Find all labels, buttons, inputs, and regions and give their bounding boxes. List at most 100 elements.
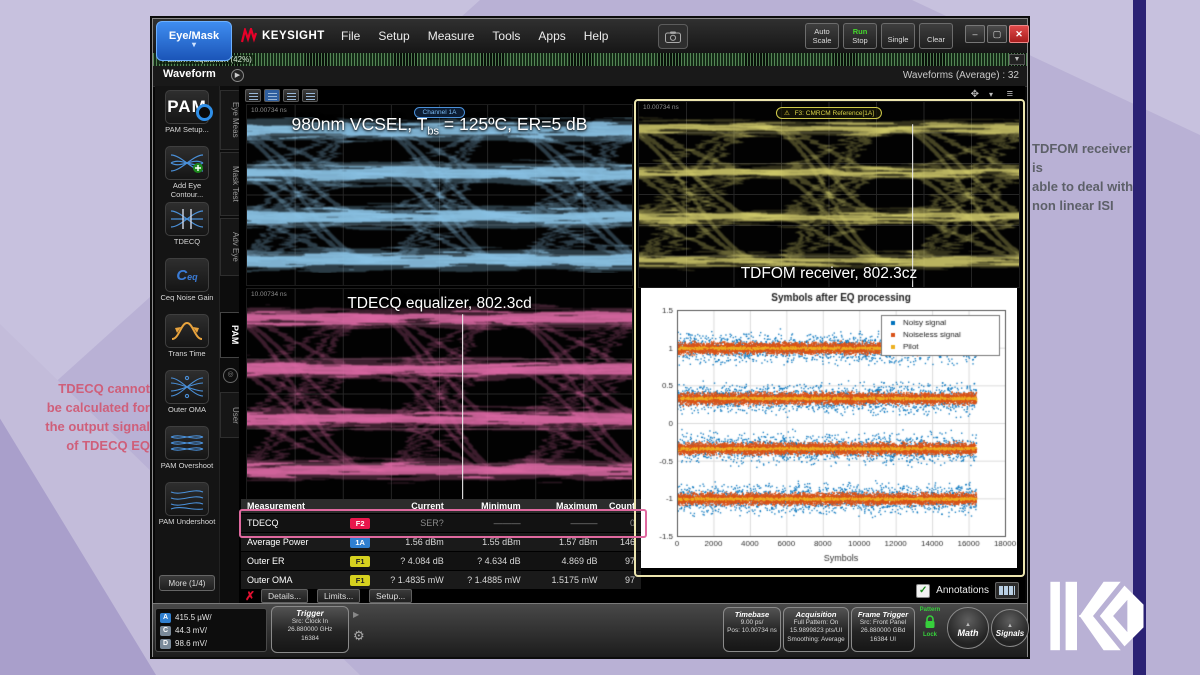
sidebar-item-tdecq[interactable]: TDECQ xyxy=(157,202,217,247)
annotations-checkbox[interactable]: ✓ xyxy=(916,584,930,598)
more-measurements-button[interactable]: More (1/4) xyxy=(159,575,215,591)
left-annotation: TDECQ cannot be calculated for the outpu… xyxy=(14,380,150,455)
blue-eye-pane[interactable]: 10.00734 ns Channel 1A 980nm VCSEL, Tbs … xyxy=(246,104,633,286)
sidebar-item-label: Trans Time xyxy=(157,350,217,359)
pam-undershoot-icon xyxy=(165,482,209,516)
channel-badge: Channel 1A xyxy=(414,107,466,118)
source-badge: F2 xyxy=(350,518,370,529)
menu-item-tools[interactable]: Tools xyxy=(492,29,520,43)
chevron-down-icon[interactable]: ▾ xyxy=(989,90,993,99)
add-eye-contour-icon xyxy=(165,146,209,180)
bottom-status-bar: A 415.5 µW/ C 44.3 mV/ D 98.6 mV/ Trigge… xyxy=(153,603,1027,657)
table-view-icon[interactable] xyxy=(995,582,1019,599)
yellow-eye-pane[interactable]: 10.00734 ns ⚠ F3: CMRCM Reference[1A] TD… xyxy=(638,101,1020,288)
menu-item-setup[interactable]: Setup xyxy=(378,29,409,43)
limits-button[interactable]: Limits... xyxy=(317,589,360,603)
progress-dropdown-button[interactable]: ▼ xyxy=(1009,54,1025,65)
layout-single-button[interactable] xyxy=(245,89,261,102)
sidebar-item-add-eye-contour[interactable]: Add Eye Contour... xyxy=(157,146,217,199)
source-badge: F1 xyxy=(350,575,370,586)
gear-icon[interactable]: ⚙ xyxy=(353,628,365,644)
waveform-tab-row: Waveform ▶ Waveforms (Average) : 32 xyxy=(153,66,1027,87)
sidebar-item-pam-undershoot[interactable]: PAM Undershoot xyxy=(157,482,217,527)
table-row-outer-er[interactable]: Outer ER F1 ? 4.084 dB ? 4.634 dB 4.869 … xyxy=(241,552,641,571)
title-bar: KEYSIGHT File Setup Measure Tools Apps H… xyxy=(153,19,1027,53)
sidebar-item-ceq-noise-gain[interactable]: Ceq Ceq Noise Gain xyxy=(157,258,217,303)
right-annotation-line: able to deal with xyxy=(1032,178,1136,197)
pattern-acquisition-progress: Pattern Acquisition (42%) ▼ xyxy=(153,53,1027,66)
expand-arrow-icon[interactable]: ▶ xyxy=(353,610,359,619)
menu-item-measure[interactable]: Measure xyxy=(428,29,475,43)
keysight-spark-icon xyxy=(241,28,257,43)
progress-percent: (42%) xyxy=(231,55,252,64)
tab-eye-meas[interactable]: Eye Meas xyxy=(220,90,241,150)
channel-a-row[interactable]: A 415.5 µW/ xyxy=(156,611,266,624)
menu-item-apps[interactable]: Apps xyxy=(538,29,565,43)
reference-warning-badge: ⚠ F3: CMRCM Reference[1A] xyxy=(776,107,882,119)
sidebar-item-pam-overshoot[interactable]: PAM Overshoot xyxy=(157,426,217,471)
sidebar-item-label: PAM Undershoot xyxy=(157,518,217,527)
pink-pane-title: TDECQ equalizer, 802.3cd xyxy=(247,295,632,313)
menu-item-file[interactable]: File xyxy=(341,29,360,43)
pam-logo-icon: PAM xyxy=(165,90,209,124)
acquisition-panel[interactable]: Acquisition Full Pattern: On 15.9899823 … xyxy=(783,607,849,652)
close-button[interactable]: ✕ xyxy=(1009,25,1029,43)
auto-scale-label: Auto xyxy=(814,27,829,36)
channel-c-row[interactable]: C 44.3 mV/ xyxy=(156,624,266,637)
sidebar-item-pam-setup[interactable]: PAM PAM Setup... xyxy=(157,90,217,135)
tab-user[interactable]: User xyxy=(220,392,241,438)
channel-c-scale: 44.3 mV/ xyxy=(175,626,207,635)
warning-icon: ⚠ xyxy=(784,110,790,117)
tab-pam[interactable]: PAM xyxy=(220,312,241,358)
lock-icon xyxy=(923,614,937,629)
layout-quad-button[interactable] xyxy=(283,89,299,102)
setup-button[interactable]: Setup... xyxy=(369,589,412,603)
play-icon[interactable]: ▶ xyxy=(231,69,244,82)
tab-strip-icon[interactable]: ◎ xyxy=(223,368,238,383)
delete-measurement-icon[interactable]: ✗ xyxy=(245,589,255,603)
details-button[interactable]: Details... xyxy=(261,589,308,603)
channel-scale-panel[interactable]: A 415.5 µW/ C 44.3 mV/ D 98.6 mV/ xyxy=(155,608,267,652)
timebase-panel[interactable]: Timebase 9.00 ps/ Pos: 10.00734 ns xyxy=(723,607,781,652)
chevron-down-icon: ▾ xyxy=(157,42,231,48)
clear-button[interactable]: Clear xyxy=(919,23,953,49)
trigger-panel[interactable]: Trigger Src: Clock In 26.880000 GHz 1638… xyxy=(271,606,349,653)
brand-name: KEYSIGHT xyxy=(262,30,325,42)
math-button[interactable]: ▲ Math xyxy=(947,607,989,649)
scatter-canvas xyxy=(641,288,1017,568)
keysight-logo: KEYSIGHT xyxy=(241,28,325,43)
tab-adv-eye[interactable]: Adv Eye xyxy=(220,218,241,276)
slide-background: TDECQ cannot be calculated for the outpu… xyxy=(0,0,1200,675)
sidebar-item-label: PAM Setup... xyxy=(157,126,217,135)
measurement-sidebar: PAM PAM Setup... Add Eye Contour... TDEC… xyxy=(155,86,219,603)
waveform-tab[interactable]: Waveform xyxy=(163,68,216,80)
channel-d-row[interactable]: D 98.6 mV/ xyxy=(156,637,266,650)
layout-split-button[interactable] xyxy=(264,89,280,102)
channel-d-badge: D xyxy=(160,639,171,649)
menu-item-help[interactable]: Help xyxy=(584,29,609,43)
accent-stripe xyxy=(1133,0,1146,675)
signals-button[interactable]: ▲ Signals xyxy=(991,609,1029,647)
pink-eye-pane[interactable]: 10.00734 ns TDECQ equalizer, 802.3cd xyxy=(246,288,633,500)
kd-company-logo xyxy=(1048,578,1144,654)
run-stop-button[interactable]: Run Stop xyxy=(843,23,877,49)
camera-icon[interactable] xyxy=(658,24,688,49)
eye-mask-mode-button[interactable]: Eye/Mask ▾ xyxy=(156,21,232,61)
layout-grid-button[interactable] xyxy=(302,89,318,102)
sidebar-item-label: Outer OMA xyxy=(157,406,217,415)
single-button[interactable]: Single xyxy=(881,23,915,49)
measurement-table: Measurement Current Minimum Maximum Coun… xyxy=(241,499,641,590)
symbols-scatter-plot[interactable] xyxy=(641,288,1017,568)
sidebar-item-trans-time[interactable]: Trans Time xyxy=(157,314,217,359)
auto-scale-button[interactable]: Auto Scale xyxy=(805,23,839,49)
pam-overshoot-icon xyxy=(165,426,209,460)
single-label: Single xyxy=(888,35,909,44)
minimize-button[interactable]: – xyxy=(965,25,985,43)
frame-trigger-panel[interactable]: Frame Trigger Src: Front Panel 26.880000… xyxy=(851,607,915,652)
sidebar-item-outer-oma[interactable]: Outer OMA xyxy=(157,370,217,415)
table-row-average-power[interactable]: Average Power 1A 1.56 dBm 1.55 dBm 1.57 … xyxy=(241,533,641,552)
table-row-tdecq[interactable]: TDECQ F2 SER? ——— ——— 0 xyxy=(241,514,641,533)
table-row-outer-oma[interactable]: Outer OMA F1 ? 1.4835 mW ? 1.4885 mW 1.5… xyxy=(241,571,641,590)
tab-mask-test[interactable]: Mask Test xyxy=(220,152,241,216)
maximize-button[interactable]: ▢ xyxy=(987,25,1007,43)
